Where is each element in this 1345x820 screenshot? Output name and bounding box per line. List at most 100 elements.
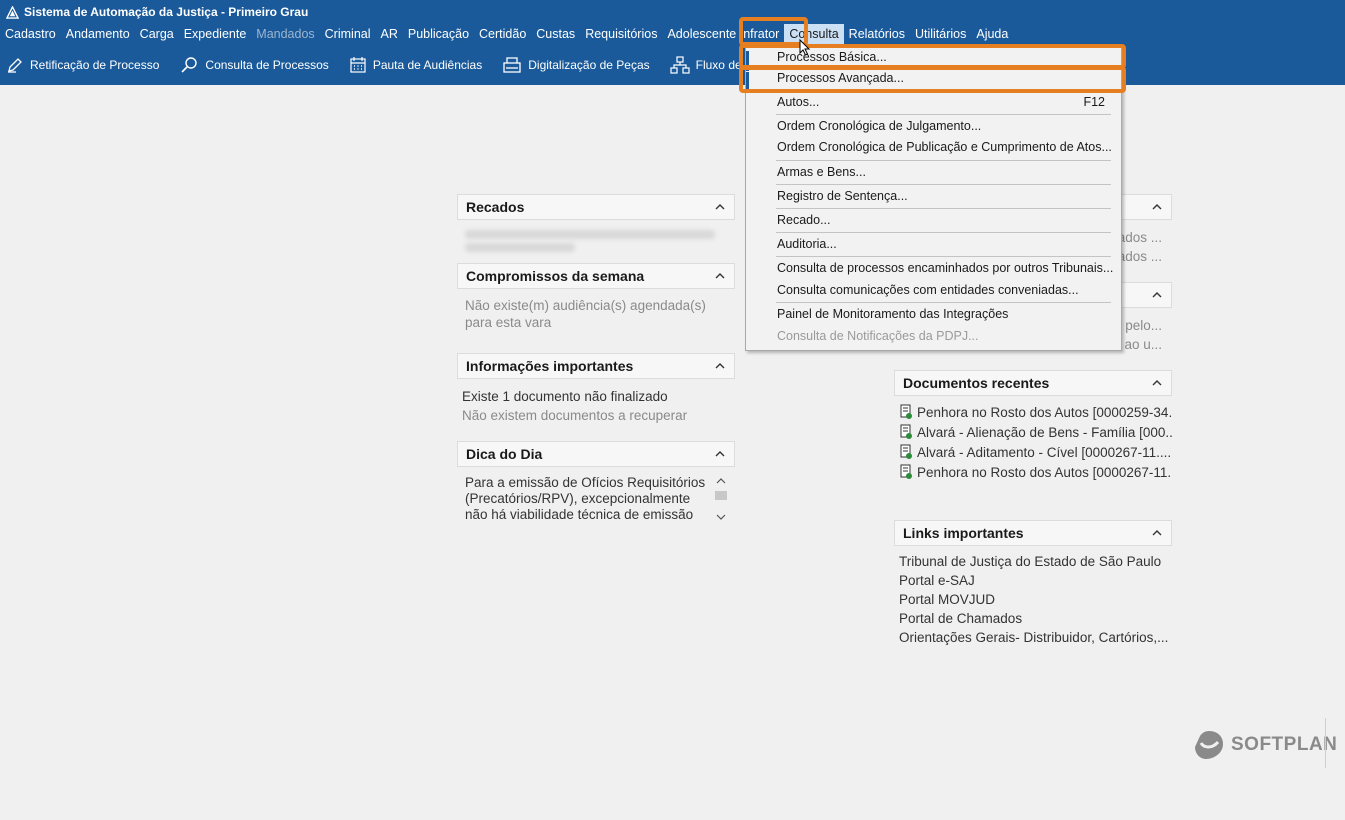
link-portal-esaj[interactable]: Portal e-SAJ (899, 571, 1172, 590)
menu-item-armas-bens[interactable]: Armas e Bens... (777, 162, 866, 182)
compromissos-text-line2: para esta vara (465, 315, 552, 330)
blurred-text (465, 230, 715, 239)
menu-item-ordem-julgamento[interactable]: Ordem Cronológica de Julgamento... (777, 116, 981, 136)
menu-utilitarios[interactable]: Utilitários (910, 24, 971, 44)
compromissos-body: Não existe(m) audiência(s) agendada(s) p… (457, 289, 735, 331)
menu-criminal[interactable]: Criminal (320, 24, 376, 44)
menu-item-ordem-publicacao[interactable]: Ordem Cronológica de Publicação e Cumpri… (777, 137, 1112, 157)
consulta-processos-button[interactable]: Consulta de Processos (179, 56, 329, 74)
dica-body: Para a emissão de Ofícios Requisitórios … (457, 467, 717, 523)
menu-andamento[interactable]: Andamento (61, 24, 135, 44)
links-panel: Links importantes Tribunal de Justiça do… (894, 520, 1172, 647)
highlight-processos-avancada (739, 66, 1126, 93)
compromissos-panel: Compromissos da semana Não existe(m) aud… (457, 263, 735, 331)
document-item[interactable]: Penhora no Rosto dos Autos [0000267-11..… (900, 462, 1172, 482)
pauta-audiencias-button[interactable]: Pauta de Audiências (349, 56, 482, 74)
menu-carga[interactable]: Carga (135, 24, 179, 44)
scanner-icon (503, 56, 521, 73)
menu-custas[interactable]: Custas (531, 24, 580, 44)
menu-separator (776, 114, 1111, 115)
dica-header[interactable]: Dica do Dia (457, 441, 735, 467)
recados-panel: Recados (457, 194, 735, 256)
documento-nao-finalizado-link[interactable]: Existe 1 documento não finalizado (462, 387, 727, 406)
recados-title: Recados (466, 199, 525, 215)
compromissos-title: Compromissos da semana (466, 268, 645, 284)
link-portal-chamados[interactable]: Portal de Chamados (899, 609, 1172, 628)
app-logo-icon (6, 5, 19, 19)
menu-ajuda[interactable]: Ajuda (971, 24, 1013, 44)
shortcut-f12: F12 (1083, 95, 1105, 109)
toolbar: Retificação de Processo Consulta de Proc… (0, 44, 1345, 85)
search-icon (181, 56, 198, 73)
mouse-cursor-icon (799, 39, 811, 56)
menu-cadastro[interactable]: Cadastro (0, 24, 61, 44)
document-item[interactable]: Alvará - Alienação de Bens - Família [00… (900, 422, 1172, 442)
blurred-text (465, 243, 575, 252)
highlight-consulta-menu (739, 17, 808, 46)
link-portal-movjud[interactable]: Portal MOVJUD (899, 590, 1172, 609)
documentos-header[interactable]: Documentos recentes (894, 370, 1172, 396)
menu-relatorios[interactable]: Relatórios (844, 24, 910, 44)
digitalizacao-pecas-button[interactable]: Digitalização de Peças (502, 55, 650, 75)
menu-bar: Cadastro Andamento Carga Expediente Mand… (0, 24, 1345, 44)
chevron-up-icon[interactable] (1151, 289, 1163, 301)
recados-header[interactable]: Recados (457, 194, 735, 220)
compromissos-header[interactable]: Compromissos da semana (457, 263, 735, 289)
chevron-up-icon[interactable] (714, 270, 726, 282)
links-header[interactable]: Links importantes (894, 520, 1172, 546)
softplan-logo-icon (1195, 731, 1223, 759)
chevron-up-icon[interactable] (714, 360, 726, 372)
document-item[interactable]: Alvará - Aditamento - Cível [0000267-11.… (900, 442, 1172, 462)
chevron-up-icon[interactable] (714, 448, 726, 460)
menu-separator (776, 160, 1111, 161)
menu-separator (776, 232, 1111, 233)
chevron-up-icon[interactable] (1151, 201, 1163, 213)
informacoes-header[interactable]: Informações importantes (457, 353, 735, 379)
menu-item-auditoria[interactable]: Auditoria... (777, 234, 837, 254)
menu-separator (776, 208, 1111, 209)
document-icon (900, 424, 912, 439)
retificacao-processo-button[interactable]: Retificação de Processo (6, 56, 159, 74)
workflow-icon (670, 55, 690, 74)
divider (1325, 718, 1326, 768)
recados-body (457, 220, 735, 252)
documentos-panel: Documentos recentes Penhora no Rosto dos… (894, 370, 1172, 482)
menu-ar[interactable]: AR (376, 24, 403, 44)
menu-separator (776, 256, 1111, 257)
menu-requisitorios[interactable]: Requisitórios (580, 24, 662, 44)
document-item[interactable]: Penhora no Rosto dos Autos [0000259-34..… (900, 402, 1172, 422)
menu-publicacao[interactable]: Publicação (403, 24, 474, 44)
menu-item-painel-monitoramento[interactable]: Painel de Monitoramento das Integrações (777, 304, 1008, 324)
menu-certidao[interactable]: Certidão (474, 24, 531, 44)
chevron-up-icon[interactable] (1151, 527, 1163, 539)
menu-item-recado[interactable]: Recado... (777, 210, 831, 230)
documentos-title: Documentos recentes (903, 375, 1050, 391)
informacoes-body: Existe 1 documento não finalizado Não ex… (457, 379, 735, 425)
softplan-logo: SOFTPLAN (1192, 728, 1337, 762)
menu-item-autos[interactable]: Autos... (777, 92, 819, 112)
documentos-recuperar-text: Não existem documentos a recuperar (462, 408, 688, 423)
dica-line2: (Precatórios/RPV), excepcionalmente (465, 491, 691, 506)
links-list: Tribunal de Justiça do Estado de São Pau… (894, 546, 1172, 647)
menu-expediente[interactable]: Expediente (179, 24, 252, 44)
dica-scrollbar[interactable] (714, 475, 728, 523)
softplan-logo-text: SOFTPLAN (1231, 734, 1338, 755)
window-title: Sistema de Automação da Justiça - Primei… (24, 5, 309, 19)
menu-item-registro-sentenca[interactable]: Registro de Sentença... (777, 186, 908, 206)
link-orientacoes-gerais[interactable]: Orientações Gerais- Distribuidor, Cartór… (899, 628, 1172, 647)
menu-item-processos-outros-tribunais[interactable]: Consulta de processos encaminhados por o… (777, 258, 1113, 278)
menu-item-notificacoes-pdpj: Consulta de Notificações da PDPJ... (777, 329, 979, 343)
menu-separator (776, 184, 1111, 185)
chevron-up-icon[interactable] (1151, 377, 1163, 389)
menu-item-comunicacoes-entidades[interactable]: Consulta comunicações com entidades conv… (777, 280, 1079, 300)
menu-separator (776, 302, 1111, 303)
informacoes-panel: Informações importantes Existe 1 documen… (457, 353, 735, 425)
informacoes-title: Informações importantes (466, 358, 634, 374)
document-icon (900, 404, 912, 419)
chevron-up-icon[interactable] (714, 201, 726, 213)
pencil-icon (8, 57, 22, 73)
dica-line1: Para a emissão de Ofícios Requisitórios (465, 475, 706, 490)
link-tjsp[interactable]: Tribunal de Justiça do Estado de São Pau… (899, 552, 1172, 571)
dica-line3: não há viabilidade técnica de emissão (465, 507, 694, 522)
dica-panel: Dica do Dia Para a emissão de Ofícios Re… (457, 441, 735, 523)
